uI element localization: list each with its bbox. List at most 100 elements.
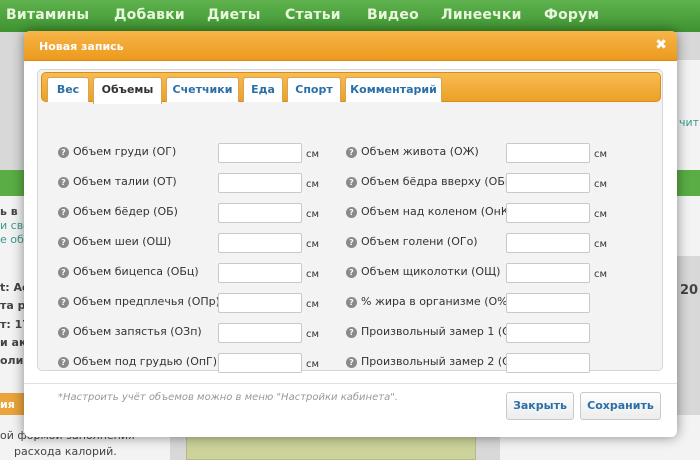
measurement-input[interactable] [218,293,302,313]
tab-comment[interactable]: Комментарий [345,77,442,102]
measurement-input[interactable] [218,323,302,343]
measurement-row: ? Произвольный замер 2 (О2) [346,353,646,375]
measurement-label: Объем предплечья (ОПр) [73,295,220,308]
nav-item-rulers[interactable]: Линеечки [441,7,522,23]
settings-note: *Настроить учёт объемов можно в меню "На… [58,392,398,403]
measurement-input[interactable] [506,293,590,313]
help-icon[interactable]: ? [346,297,357,308]
help-icon[interactable]: ? [58,357,69,368]
help-icon[interactable]: ? [346,147,357,158]
help-icon[interactable]: ? [346,177,357,188]
unit-label: см [306,179,320,190]
measurement-input[interactable] [218,233,302,253]
unit-label: см [594,209,608,220]
unit-label: см [306,239,320,250]
measurement-row: ? Объем живота (ОЖ) см [346,143,646,165]
help-icon[interactable]: ? [58,267,69,278]
help-icon[interactable]: ? [58,327,69,338]
measurement-input[interactable] [218,143,302,163]
nav-item-supplements[interactable]: Добавки [114,7,185,23]
help-icon[interactable]: ? [58,207,69,218]
tab-bar: Вес Объемы Счетчики Еда Спорт Комментари… [41,72,661,104]
nav-item-articles[interactable]: Статьи [285,7,341,23]
measurement-row: ? Объем щиколотки (ОЩ) см [346,263,646,285]
unit-label: см [306,299,320,310]
measurement-input[interactable] [218,203,302,223]
help-icon[interactable]: ? [346,237,357,248]
tab-sport[interactable]: Спорт [287,77,341,102]
tab-volumes[interactable]: Объемы [93,77,162,104]
unit-label: см [306,269,320,280]
measurement-label: Объем щиколотки (ОЩ) [361,265,501,278]
measurement-row: ? Произвольный замер 1 (О1) [346,323,646,345]
measurement-label: Объем запястья (ОЗп) [73,325,202,338]
bg-text: чит [679,116,700,129]
measurement-input[interactable] [506,263,590,283]
nav-item-forum[interactable]: Форум [544,7,599,23]
measurement-row: ? Объем бёдра вверху (ОБв) см [346,173,646,195]
measurement-row: ? Объем бёдер (ОБ) см [58,203,358,225]
tab-counters[interactable]: Счетчики [166,77,239,102]
measurement-label: Объем под грудью (ОпГ) [73,355,218,368]
nav-item-vitamins[interactable]: Витамины [6,7,89,23]
unit-label: см [594,149,608,160]
measurement-row: ? Объем шеи (ОШ) см [58,233,358,255]
measurement-label: Объем над коленом (ОнК) [361,205,513,218]
bg-text: расхода калорий. [14,445,117,458]
footer-divider [24,383,677,384]
measurement-row: ? Объем под грудью (ОпГ) см [58,353,358,375]
tab-food[interactable]: Еда [243,77,283,102]
help-icon[interactable]: ? [58,237,69,248]
help-icon[interactable]: ? [58,147,69,158]
measurement-label: Объем живота (ОЖ) [361,145,479,158]
measurement-input[interactable] [506,323,590,343]
help-icon[interactable]: ? [346,267,357,278]
unit-label: см [306,209,320,220]
bg-text: оли [0,354,24,367]
bg-right-column-2 [677,196,700,256]
measurement-row: ? Объем груди (ОГ) см [58,143,358,165]
measurement-input[interactable] [218,353,302,373]
bg-right-column [677,60,700,170]
measurement-label: Объем груди (ОГ) [73,145,177,158]
measurement-input[interactable] [506,233,590,253]
close-button[interactable]: Закрыть [506,392,574,420]
measurement-row: ? % жира в организме (О%) [346,293,646,315]
measurement-label: Объем бёдер (ОБ) [73,205,178,218]
measurement-input[interactable] [506,353,590,373]
unit-label: см [594,269,608,280]
nav-item-video[interactable]: Видео [367,7,419,23]
unit-label: см [306,329,320,340]
help-icon[interactable]: ? [346,357,357,368]
nav-item-diets[interactable]: Диеты [207,7,261,23]
bg-text: ь в [0,205,18,218]
measurement-row: ? Объем бицепса (ОБц) см [58,263,358,285]
new-entry-dialog: Новая запись ✖ Вес Объемы Счетчики Еда С… [24,31,677,437]
measurement-label: Объем шеи (ОШ) [73,235,172,248]
help-icon[interactable]: ? [58,297,69,308]
unit-label: см [306,359,320,370]
volumes-panel: Вес Объемы Счетчики Еда Спорт Комментари… [37,69,663,403]
tab-weight[interactable]: Вес [47,77,89,102]
close-icon[interactable]: ✖ [655,37,667,53]
help-icon[interactable]: ? [58,177,69,188]
measurement-label: Объем бёдра вверху (ОБв) [361,175,516,188]
help-icon[interactable]: ? [346,207,357,218]
measurement-row: ? Объем предплечья (ОПр) см [58,293,358,315]
help-icon[interactable]: ? [346,327,357,338]
bg-text: е об [0,233,24,246]
measurement-input[interactable] [506,143,590,163]
save-button[interactable]: Сохранить [580,392,661,420]
measurement-row: ? Объем голени (ОГо) см [346,233,646,255]
unit-label: см [594,239,608,250]
measurement-input[interactable] [218,263,302,283]
measurement-label: Объем бицепса (ОБц) [73,265,199,278]
site-top-nav: Витамины Добавки Диеты Статьи Видео Лине… [0,0,700,32]
measurement-input[interactable] [218,173,302,193]
bg-text: 20 [680,283,699,298]
measurement-label: Объем талии (ОТ) [73,175,177,188]
measurement-input[interactable] [506,173,590,193]
measurement-row: ? Объем талии (ОТ) см [58,173,358,195]
unit-label: см [594,179,608,190]
measurement-input[interactable] [506,203,590,223]
